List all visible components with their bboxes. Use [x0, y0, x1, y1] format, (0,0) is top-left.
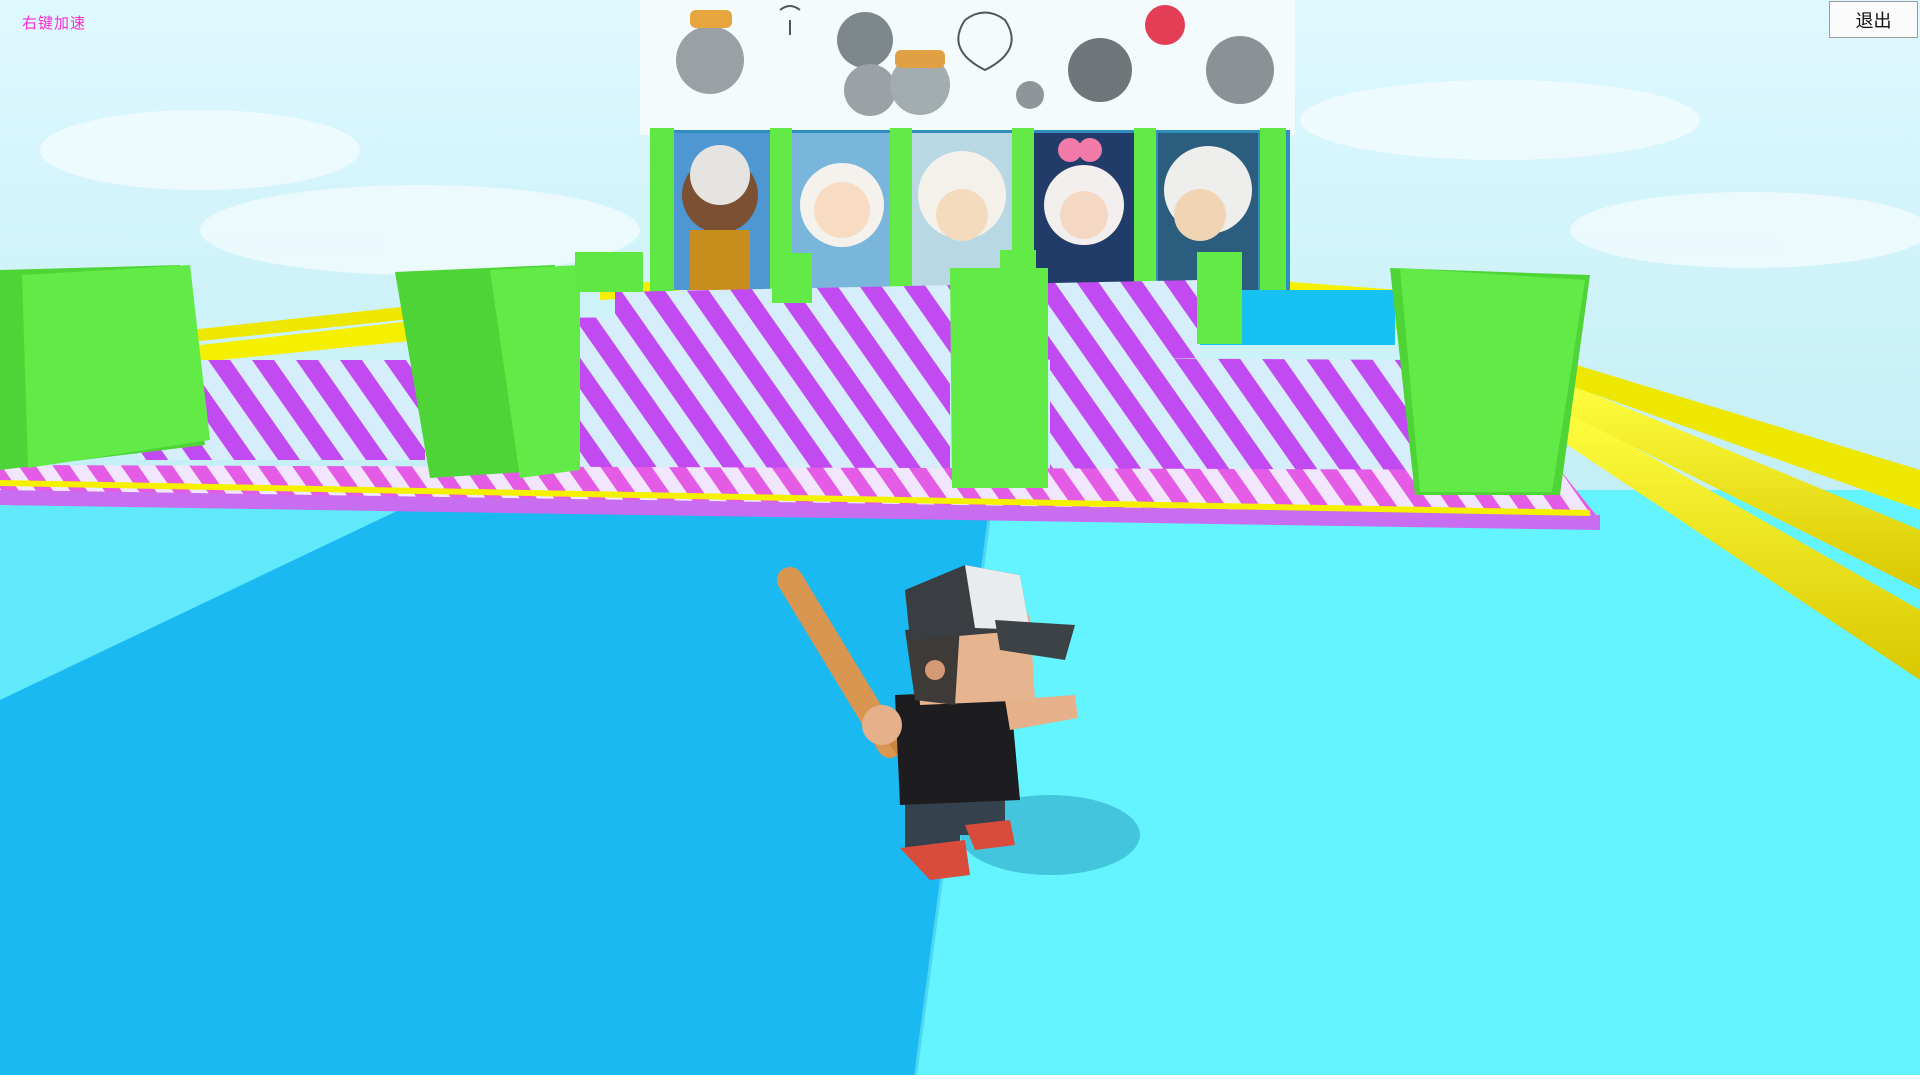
- exit-button[interactable]: 退出: [1829, 1, 1918, 38]
- bearded-goat-poster: [670, 133, 770, 290]
- player-shirt: [895, 690, 1020, 805]
- front-stripe-walls: [125, 358, 1425, 470]
- pink-bow-goat-poster: [1034, 133, 1134, 290]
- lazy-goat-poster: [912, 133, 1012, 290]
- middle-stripe-wall: [540, 312, 1200, 365]
- poster-row: [670, 133, 1258, 290]
- speed-boost-hint: 右键加速: [22, 14, 87, 32]
- game-scene: [0, 0, 1920, 1080]
- billboard: [640, 0, 1295, 293]
